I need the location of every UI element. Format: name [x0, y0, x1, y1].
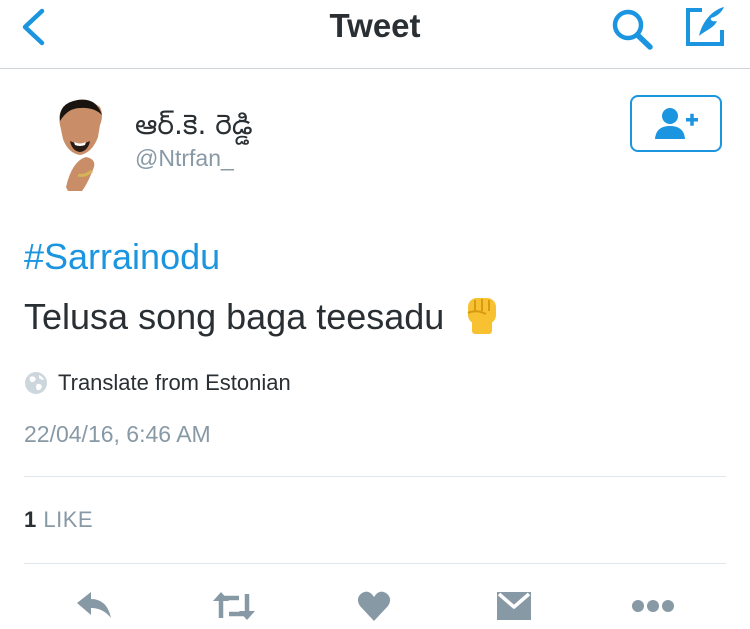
- follow-button[interactable]: [630, 95, 722, 152]
- divider: [24, 476, 726, 477]
- reply-button[interactable]: [74, 588, 114, 624]
- author-display-name[interactable]: ఆర్.కె. రెడ్డి: [135, 108, 253, 142]
- more-icon: [632, 600, 674, 612]
- like-count-link[interactable]: 1 LIKE: [24, 506, 93, 534]
- tweet-timestamp: 22/04/16, 6:46 AM: [24, 421, 211, 447]
- raised-fist-emoji: [462, 293, 502, 345]
- follow-user-icon: [655, 108, 698, 139]
- avatar-photo: [48, 99, 114, 191]
- direct-message-icon: [497, 592, 531, 620]
- compose-icon: [686, 7, 724, 46]
- globe-icon: [25, 372, 47, 394]
- navigation-bar: Tweet: [0, 0, 750, 69]
- divider: [24, 563, 726, 564]
- like-count: 1: [24, 507, 37, 532]
- search-icon: [612, 9, 653, 50]
- hashtag-link[interactable]: #Sarrainodu: [24, 235, 220, 279]
- author-username[interactable]: @Ntrfan_: [135, 144, 234, 172]
- retweet-icon: [213, 592, 255, 620]
- direct-message-button[interactable]: [495, 588, 533, 624]
- tweet-text: Telusa song baga teesadu: [24, 293, 502, 345]
- like-button[interactable]: [356, 588, 392, 624]
- tweet-text-content: Telusa song baga teesadu: [24, 296, 445, 337]
- like-label: LIKE: [43, 507, 94, 532]
- like-icon: [357, 591, 391, 621]
- reply-icon: [77, 592, 111, 618]
- more-button[interactable]: [630, 588, 676, 624]
- search-button[interactable]: [610, 5, 656, 51]
- retweet-button[interactable]: [211, 588, 257, 624]
- translate-label: Translate from Estonian: [58, 370, 291, 395]
- compose-button[interactable]: [684, 4, 730, 50]
- avatar[interactable]: [42, 95, 118, 191]
